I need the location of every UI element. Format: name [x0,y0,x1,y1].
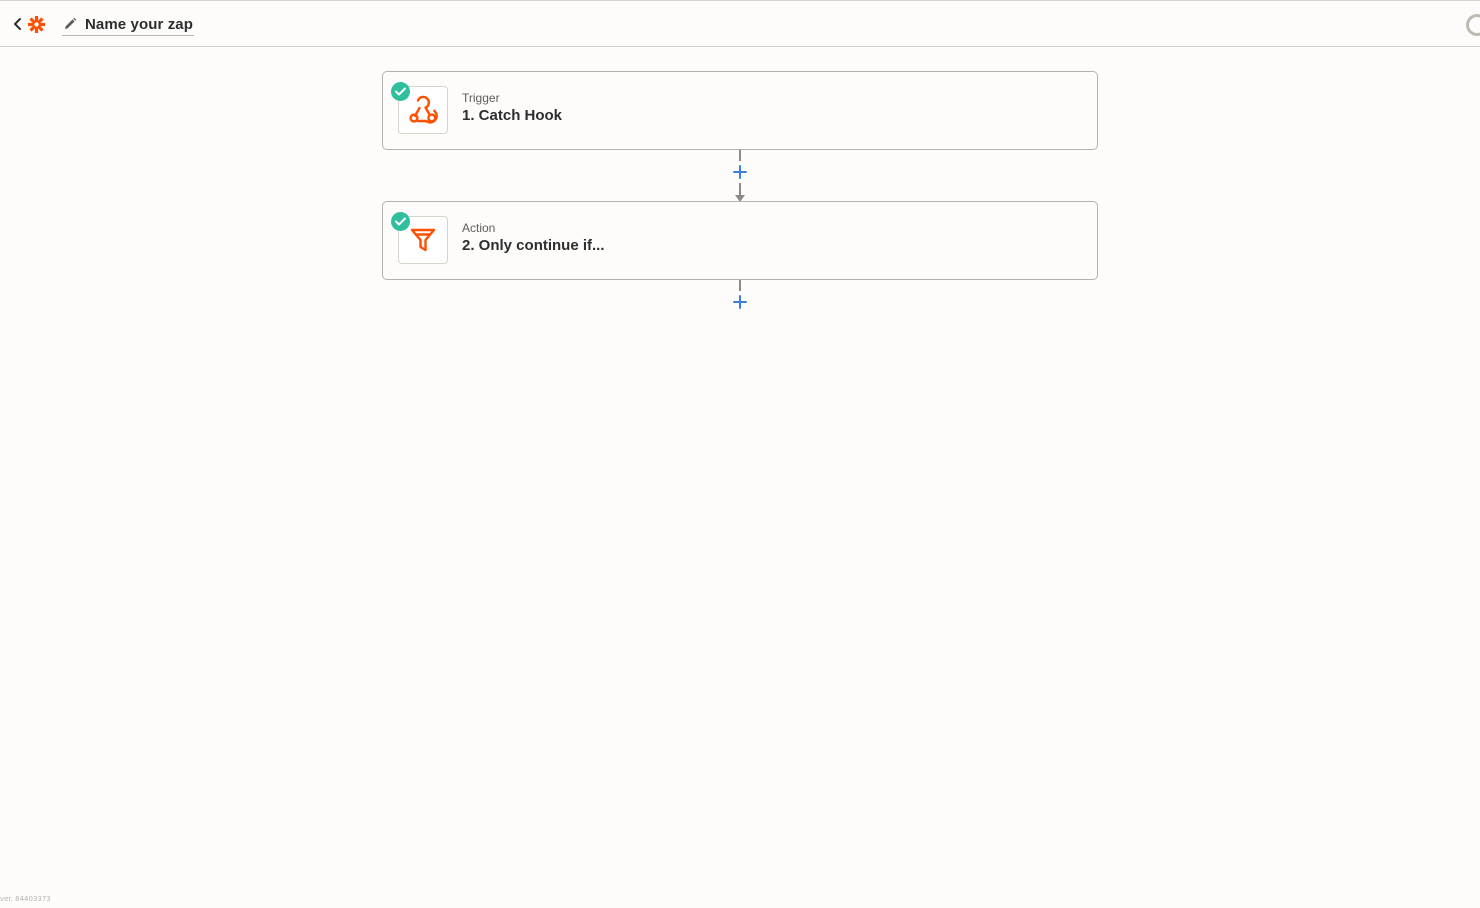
check-icon [391,82,410,101]
filter-icon [410,228,436,252]
top-bar: Name your zap [0,0,1480,47]
zap-name-text: Name your zap [85,15,193,33]
back-button[interactable] [11,15,25,33]
step-kind-label: Action [462,221,496,235]
version-label: ver. 84403373 [0,895,51,903]
chevron-left-icon [14,18,21,30]
step-title: 1. Catch Hook [462,107,563,124]
zap-name-field[interactable]: Name your zap [62,13,194,36]
zapier-logo-icon[interactable] [27,15,46,34]
loading-spinner-icon [1466,14,1480,36]
step-title: 2. Only continue if... [462,237,605,254]
webhook-icon [409,95,438,124]
step-card-trigger[interactable]: Trigger 1. Catch Hook [382,71,1098,150]
plus-icon [733,295,747,309]
step-kind-label: Trigger [462,91,500,105]
step-card-action[interactable]: Action 2. Only continue if... [382,201,1098,280]
pencil-icon [65,17,77,29]
check-icon [391,212,410,231]
add-step-button[interactable] [729,291,751,313]
plus-icon [733,165,747,179]
add-step-button[interactable] [729,161,751,183]
